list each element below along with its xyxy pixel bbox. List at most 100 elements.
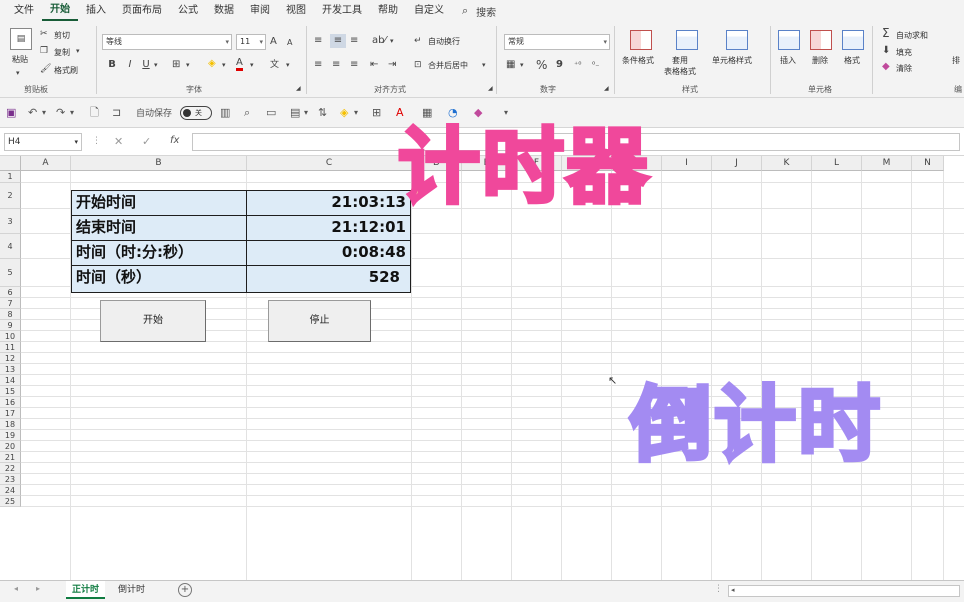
- row-header-3[interactable]: 3: [0, 209, 21, 234]
- decrease-indent-icon[interactable]: ⇤: [370, 58, 378, 72]
- row-header-19[interactable]: 19: [0, 430, 21, 441]
- menu-view[interactable]: 视图: [278, 0, 314, 22]
- form-dropdown-icon[interactable]: ▾: [304, 106, 308, 120]
- increase-decimal-icon[interactable]: ⁺⁰: [574, 58, 581, 72]
- format-cells-icon[interactable]: [842, 30, 864, 50]
- highlight-dropdown-icon[interactable]: ▾: [354, 106, 358, 120]
- row-header-1[interactable]: 1: [0, 171, 21, 183]
- align-bottom-icon[interactable]: ≡: [350, 34, 358, 48]
- clear-button[interactable]: 清除: [896, 63, 912, 74]
- align-top-icon[interactable]: ≡: [314, 34, 322, 48]
- redo-icon[interactable]: ↷: [56, 106, 65, 120]
- sort-icon[interactable]: ⇅: [318, 106, 327, 120]
- row-header-9[interactable]: 9: [0, 320, 21, 331]
- row-header-16[interactable]: 16: [0, 397, 21, 408]
- phonetic-dropdown-icon[interactable]: ▾: [286, 58, 290, 72]
- menu-page-layout[interactable]: 页面布局: [114, 0, 170, 22]
- column-header-c[interactable]: C: [247, 156, 412, 171]
- delete-cells-icon[interactable]: [810, 30, 832, 50]
- row-header-10[interactable]: 10: [0, 331, 21, 342]
- cell-b2-start-label[interactable]: 开始时间: [71, 190, 247, 216]
- cell-c2-start-value[interactable]: 21:03:13: [246, 190, 411, 216]
- align-left-icon[interactable]: ≡: [314, 58, 322, 72]
- cell-c4-duration-hms-value[interactable]: 0:08:48: [246, 240, 411, 266]
- row-header-17[interactable]: 17: [0, 408, 21, 419]
- form-icon[interactable]: ▤: [290, 106, 300, 120]
- autosum-button[interactable]: 自动求和: [896, 30, 928, 41]
- insert-function-icon[interactable]: fx: [170, 135, 179, 146]
- cell-style-icon[interactable]: [726, 30, 748, 50]
- column-header-l[interactable]: L: [812, 156, 862, 171]
- shrink-font-icon[interactable]: A: [287, 36, 292, 50]
- row-header-23[interactable]: 23: [0, 474, 21, 485]
- cell-b3-end-label[interactable]: 结束时间: [71, 215, 247, 241]
- sheet-tab-count-up[interactable]: 正计时: [66, 581, 106, 599]
- row-header-25[interactable]: 25: [0, 496, 21, 507]
- column-header-j[interactable]: J: [712, 156, 762, 171]
- row-header-12[interactable]: 12: [0, 353, 21, 364]
- align-center-icon[interactable]: ≡: [332, 58, 340, 72]
- table-format-button[interactable]: 套用 表格格式: [664, 55, 696, 77]
- copy-icon[interactable]: ❐: [40, 44, 48, 58]
- font-name-combo[interactable]: 等线 ▾: [102, 34, 232, 50]
- align-middle-icon[interactable]: ≡: [330, 34, 346, 48]
- horizontal-scrollbar[interactable]: ◂: [728, 585, 960, 597]
- number-dialog-launcher-icon[interactable]: ◢: [604, 82, 609, 96]
- align-right-icon[interactable]: ≡: [350, 58, 358, 72]
- menu-review[interactable]: 审阅: [242, 0, 278, 22]
- fill-color-icon[interactable]: ◈: [208, 57, 216, 71]
- autosum-icon[interactable]: Σ: [882, 26, 890, 40]
- row-header-7[interactable]: 7: [0, 298, 21, 309]
- menu-formulas[interactable]: 公式: [170, 0, 206, 22]
- row-header-2[interactable]: 2: [0, 183, 21, 209]
- stop-button[interactable]: 停止: [268, 300, 371, 342]
- row-header-14[interactable]: 14: [0, 375, 21, 386]
- cancel-entry-icon[interactable]: ✕: [114, 135, 123, 148]
- accounting-icon[interactable]: ▦: [506, 58, 515, 72]
- scroll-tabs-right-icon[interactable]: ▸: [36, 584, 40, 593]
- copy-button[interactable]: 复制: [54, 47, 70, 58]
- font-dialog-launcher-icon[interactable]: ◢: [296, 82, 301, 96]
- row-header-20[interactable]: 20: [0, 441, 21, 452]
- bold-button[interactable]: B: [106, 58, 118, 72]
- orientation-icon[interactable]: ab⁄: [372, 34, 386, 48]
- alignment-dialog-launcher-icon[interactable]: ◢: [488, 82, 493, 96]
- highlight-icon[interactable]: ◈: [340, 106, 348, 120]
- open-folder-icon[interactable]: ⊐: [112, 106, 121, 120]
- menu-developer[interactable]: 开发工具: [314, 0, 370, 22]
- row-header-15[interactable]: 15: [0, 386, 21, 397]
- screenshot-icon[interactable]: ▭: [266, 106, 276, 120]
- increase-indent-icon[interactable]: ⇥: [388, 58, 396, 72]
- paste-button-label[interactable]: 粘贴: [12, 54, 28, 65]
- confirm-entry-icon[interactable]: ✓: [142, 135, 151, 148]
- cut-icon[interactable]: ✂: [40, 27, 48, 41]
- menu-data[interactable]: 数据: [206, 0, 242, 22]
- accounting-dropdown-icon[interactable]: ▾: [520, 58, 524, 72]
- new-file-icon[interactable]: 🗋: [90, 106, 99, 120]
- table-format-icon[interactable]: [676, 30, 698, 50]
- menu-file[interactable]: 文件: [6, 0, 42, 22]
- undo-dropdown-icon[interactable]: ▾: [42, 106, 46, 120]
- format-painter-button[interactable]: 格式刷: [54, 65, 78, 76]
- borders-icon[interactable]: ⊞: [372, 106, 381, 120]
- percent-button[interactable]: %: [536, 58, 547, 72]
- decrease-decimal-icon[interactable]: ⁰₋: [592, 58, 599, 72]
- cell-b4-duration-hms-label[interactable]: 时间（时:分:秒）: [71, 240, 247, 266]
- wrap-text-icon[interactable]: ↵: [414, 34, 422, 48]
- paste-icon[interactable]: ▤: [10, 28, 32, 50]
- row-header-22[interactable]: 22: [0, 463, 21, 474]
- name-box[interactable]: H4 ▾: [4, 133, 82, 151]
- cell-b5-duration-seconds-label[interactable]: 时间（秒）: [71, 265, 247, 293]
- fill-icon[interactable]: ⬇: [882, 44, 890, 58]
- merge-dropdown-icon[interactable]: ▾: [482, 58, 486, 72]
- column-header-n[interactable]: N: [912, 156, 944, 171]
- row-header-6[interactable]: 6: [0, 287, 21, 298]
- cell-style-button[interactable]: 单元格样式: [712, 55, 752, 66]
- orientation-dropdown-icon[interactable]: ▾: [390, 34, 394, 48]
- column-header-b[interactable]: B: [71, 156, 247, 171]
- scroll-tabs-left-icon[interactable]: ◂: [14, 584, 18, 593]
- sort-filter-button[interactable]: 排: [952, 55, 960, 66]
- delete-cells-button[interactable]: 删除: [812, 55, 828, 66]
- format-painter-icon[interactable]: 🖌: [40, 62, 51, 76]
- row-header-24[interactable]: 24: [0, 485, 21, 496]
